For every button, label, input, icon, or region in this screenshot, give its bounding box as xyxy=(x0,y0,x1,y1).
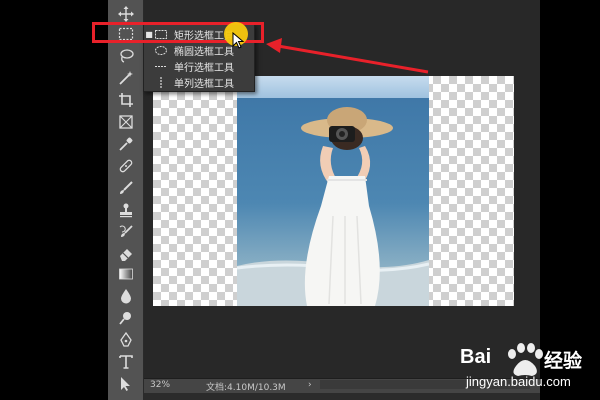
clone-stamp-icon[interactable] xyxy=(116,200,136,220)
single-row-marquee-icon xyxy=(154,62,168,72)
pen-icon[interactable] xyxy=(116,330,136,350)
dodge-icon[interactable] xyxy=(116,308,136,328)
document-size: 文档:4.10M/10.3M xyxy=(206,383,286,393)
magic-wand-icon[interactable] xyxy=(116,68,136,88)
zoom-level[interactable]: 32% xyxy=(150,380,170,390)
watermark-brand-en: Bai xyxy=(460,346,492,368)
status-menu-arrow[interactable]: › xyxy=(308,380,312,390)
single-column-marquee-icon xyxy=(154,77,168,88)
path-selection-icon[interactable] xyxy=(116,374,136,394)
watermark-brand-cn: 经验 xyxy=(544,350,583,372)
flyout-item-label: 单列选框工具 xyxy=(174,79,234,90)
crop-icon[interactable] xyxy=(116,90,136,110)
flyout-item-label: 椭圆选框工具 xyxy=(174,47,234,58)
mouse-cursor-icon xyxy=(232,32,245,49)
flyout-item-single-row-marquee[interactable]: 单行选框工具 xyxy=(144,59,254,74)
eyedropper-icon[interactable] xyxy=(116,134,136,154)
beach-photo-image xyxy=(237,76,429,306)
move-icon[interactable] xyxy=(116,4,136,24)
tools-panel xyxy=(108,0,144,400)
frame-icon[interactable] xyxy=(116,112,136,132)
healing-brush-icon[interactable] xyxy=(116,156,136,176)
flyout-item-label: 单行选框工具 xyxy=(174,63,234,74)
blur-icon[interactable] xyxy=(116,286,136,306)
brush-icon[interactable] xyxy=(116,178,136,198)
flyout-item-single-column-marquee[interactable]: 单列选框工具 xyxy=(144,75,254,90)
elliptical-marquee-icon xyxy=(154,46,168,56)
watermark-url: jingyan.baidu.com xyxy=(466,374,571,389)
eraser-icon[interactable] xyxy=(116,244,136,264)
gradient-icon[interactable] xyxy=(116,264,136,284)
canvas-photo[interactable] xyxy=(237,76,429,306)
lasso-icon[interactable] xyxy=(116,46,136,66)
history-brush-icon[interactable] xyxy=(116,222,136,242)
type-icon[interactable] xyxy=(116,352,136,372)
